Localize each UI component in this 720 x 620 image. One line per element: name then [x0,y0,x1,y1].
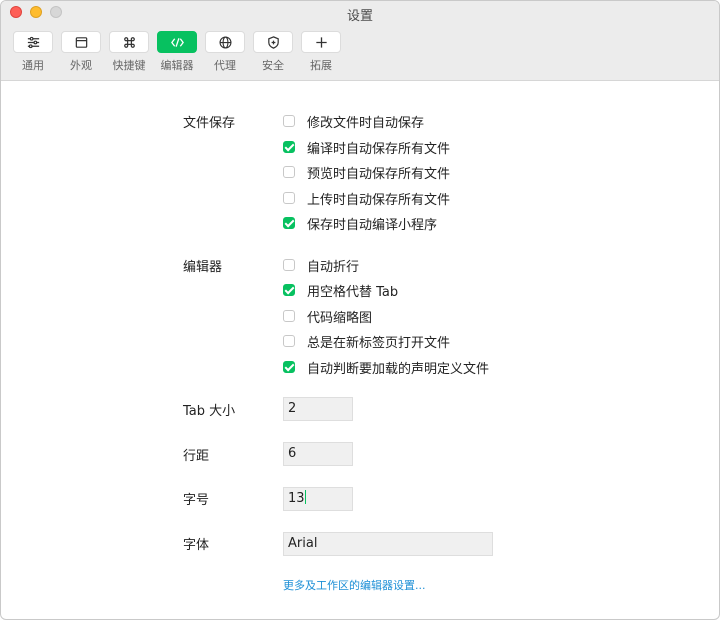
option-label: 自动判断要加载的声明定义文件 [307,361,490,377]
spaces-for-tab-option[interactable]: 用空格代替 Tab [283,281,399,300]
tab-shortcuts-label: 快捷键 [112,59,146,72]
settings-toolbar: 通用 外观 快捷键 编辑器 代理 安全 拓展 [9,31,345,73]
window-icon [75,36,87,48]
compile-on-save-option[interactable]: 保存时自动编译小程序 [283,214,438,233]
tab-editor[interactable]: 编辑器 [153,31,201,73]
tab-appearance-label: 外观 [70,59,92,72]
editor-settings-panel: 文件保存 修改文件时自动保存 编译时自动保存所有文件 预览时自动保存所有文件 上… [1,81,719,619]
tab-appearance[interactable]: 外观 [57,31,105,73]
tab-extensions[interactable]: 拓展 [297,31,345,73]
tab-editor-label: 编辑器 [160,59,194,72]
code-icon [170,37,184,47]
tab-proxy[interactable]: 代理 [201,31,249,73]
checkbox[interactable] [283,192,295,204]
plus-icon [315,36,327,48]
option-label: 自动折行 [307,259,360,275]
sliders-icon [27,36,39,48]
title-bar: 设置 通用 外观 快捷键 编辑器 代理 安全 拓展 [1,1,719,81]
tab-general-label: 通用 [22,59,44,72]
save-on-compile-option[interactable]: 编译时自动保存所有文件 [283,138,451,157]
auto-load-declarations-option[interactable]: 自动判断要加载的声明定义文件 [283,358,490,377]
window-title: 设置 [346,9,373,24]
command-icon [123,36,135,48]
font-family-label: 字体 [183,538,210,553]
settings-window: 设置 通用 外观 快捷键 编辑器 代理 安全 拓展 文件保存 修改文件时自动保存… [0,0,720,620]
text-caret [304,490,306,504]
checkbox[interactable] [283,217,295,229]
auto-save-on-modify-option[interactable]: 修改文件时自动保存 [283,112,425,131]
checkbox[interactable] [283,115,295,127]
open-in-new-tab-option[interactable]: 总是在新标签页打开文件 [283,332,451,351]
font-family-input[interactable]: Arial [283,532,493,556]
checkbox[interactable] [283,166,295,178]
option-label: 修改文件时自动保存 [307,115,425,131]
minimap-option[interactable]: 代码缩略图 [283,307,373,326]
option-label: 编译时自动保存所有文件 [307,141,451,157]
tab-general[interactable]: 通用 [9,31,57,73]
checkbox[interactable] [283,310,295,322]
tab-size-input[interactable]: 2 [283,397,353,421]
line-height-input[interactable]: 6 [283,442,353,466]
tab-proxy-label: 代理 [214,59,236,72]
file-save-section-label: 文件保存 [183,116,236,131]
option-label: 代码缩略图 [307,310,373,326]
tab-shortcuts[interactable]: 快捷键 [105,31,153,73]
font-size-input[interactable]: 13 [283,487,353,511]
line-height-label: 行距 [183,449,210,464]
tab-security-label: 安全 [262,59,284,72]
shield-icon [267,35,279,49]
checkbox[interactable] [283,335,295,347]
checkbox[interactable] [283,361,295,373]
option-label: 总是在新标签页打开文件 [307,335,451,351]
option-label: 保存时自动编译小程序 [307,217,438,233]
more-editor-settings-link[interactable]: 更多及工作区的编辑器设置... [283,577,426,593]
font-size-value: 13 [288,491,305,506]
save-on-upload-option[interactable]: 上传时自动保存所有文件 [283,189,451,208]
tab-size-label: Tab 大小 [183,404,236,419]
tab-security[interactable]: 安全 [249,31,297,73]
checkbox[interactable] [283,284,295,296]
editor-section-label: 编辑器 [183,260,223,275]
checkbox[interactable] [283,259,295,271]
option-label: 用空格代替 Tab [307,284,399,300]
globe-icon [218,35,232,49]
tab-extensions-label: 拓展 [310,59,332,72]
checkbox[interactable] [283,141,295,153]
word-wrap-option[interactable]: 自动折行 [283,256,360,275]
option-label: 预览时自动保存所有文件 [307,166,451,182]
font-size-label: 字号 [183,493,210,508]
option-label: 上传时自动保存所有文件 [307,192,451,208]
save-on-preview-option[interactable]: 预览时自动保存所有文件 [283,163,451,182]
